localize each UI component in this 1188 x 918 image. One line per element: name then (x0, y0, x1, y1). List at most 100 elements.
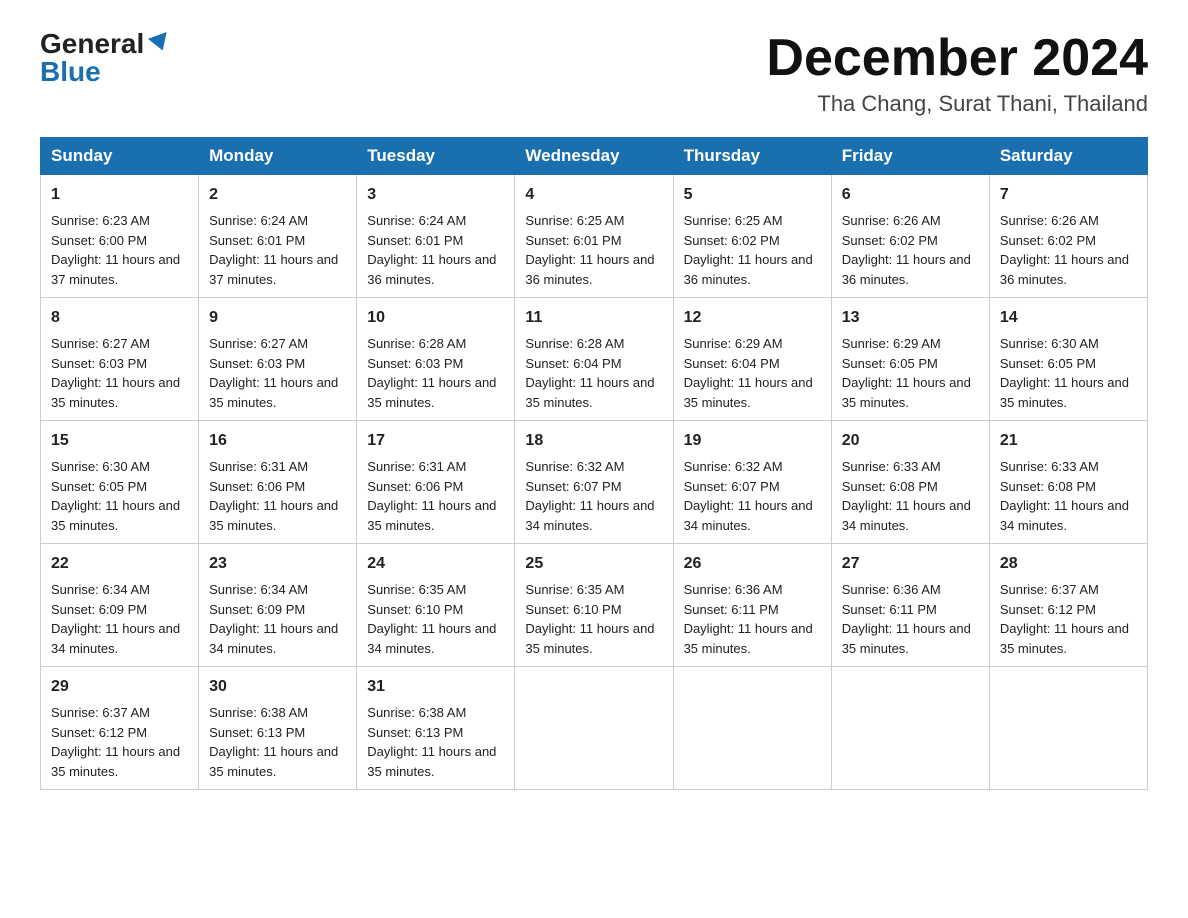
sunset-text: Sunset: 6:12 PM (51, 725, 147, 740)
daylight-text: Daylight: 11 hours and 35 minutes. (367, 498, 496, 533)
sunrise-text: Sunrise: 6:33 AM (1000, 459, 1099, 474)
sunrise-text: Sunrise: 6:32 AM (525, 459, 624, 474)
daylight-text: Daylight: 11 hours and 34 minutes. (842, 498, 971, 533)
day-cell (989, 667, 1147, 790)
sunset-text: Sunset: 6:13 PM (209, 725, 305, 740)
sunrise-text: Sunrise: 6:27 AM (51, 336, 150, 351)
sunset-text: Sunset: 6:03 PM (51, 356, 147, 371)
sunrise-text: Sunrise: 6:38 AM (209, 705, 308, 720)
sunset-text: Sunset: 6:13 PM (367, 725, 463, 740)
day-cell: 17Sunrise: 6:31 AMSunset: 6:06 PMDayligh… (357, 421, 515, 544)
day-number: 4 (525, 183, 662, 207)
sunrise-text: Sunrise: 6:25 AM (525, 213, 624, 228)
sunrise-text: Sunrise: 6:34 AM (51, 582, 150, 597)
day-cell: 10 Sunrise: 6:28 AM Sunset: 6:03 PM Dayligh… (357, 298, 515, 421)
header: General Blue December 2024 Tha Chang, Su… (40, 30, 1148, 117)
day-cell: 9Sunrise: 6:27 AMSunset: 6:03 PMDaylight… (199, 298, 357, 421)
day-number: 7 (1000, 183, 1137, 207)
week-row-4: 22Sunrise: 6:34 AMSunset: 6:09 PMDayligh… (41, 544, 1148, 667)
day-cell: 23Sunrise: 6:34 AMSunset: 6:09 PMDayligh… (199, 544, 357, 667)
sunset-text: Sunset: 6:12 PM (1000, 602, 1096, 617)
day-cell (831, 667, 989, 790)
daylight-text: Daylight: 11 hours and 35 minutes. (51, 498, 180, 533)
daylight-text: Daylight: 11 hours and 35 minutes. (209, 375, 338, 410)
week-row-1: 1Sunrise: 6:23 AMSunset: 6:00 PMDaylight… (41, 175, 1148, 298)
day-number: 6 (842, 183, 979, 207)
sunset-text: Sunset: 6:10 PM (367, 602, 463, 617)
day-number: 19 (684, 429, 821, 453)
sunrise-text: Sunrise: 6:29 AM (842, 336, 941, 351)
week-row-3: 15Sunrise: 6:30 AMSunset: 6:05 PMDayligh… (41, 421, 1148, 544)
day-cell: 11Sunrise: 6:28 AMSunset: 6:04 PMDayligh… (515, 298, 673, 421)
daylight-text: Daylight: 11 hours and 35 minutes. (525, 621, 654, 656)
day-cell: 7Sunrise: 6:26 AMSunset: 6:02 PMDaylight… (989, 175, 1147, 298)
daylight-text: Daylight: 11 hours and 35 minutes. (1000, 621, 1129, 656)
sunrise-text: Sunrise: 6:27 AM (209, 336, 308, 351)
sunset-text: Sunset: 6:00 PM (51, 233, 147, 248)
sunset-text: Sunset: 6:11 PM (684, 602, 779, 617)
day-number: 15 (51, 429, 188, 453)
day-cell: 29Sunrise: 6:37 AMSunset: 6:12 PMDayligh… (41, 667, 199, 790)
weekday-header-thursday: Thursday (673, 138, 831, 175)
daylight-text: Daylight: 11 hours and 36 minutes. (842, 252, 971, 287)
sunrise-text: Sunrise: 6:35 AM (525, 582, 624, 597)
daylight-text: Daylight: 11 hours and 34 minutes. (367, 621, 496, 656)
day-number: 18 (525, 429, 662, 453)
sunrise-text: Sunrise: 6:25 AM (684, 213, 783, 228)
sunrise-text: Sunrise: 6:26 AM (842, 213, 941, 228)
sunset-text: Sunset: 6:06 PM (209, 479, 305, 494)
day-number: 2 (209, 183, 346, 207)
sunrise-text: Sunrise: 6:24 AM (209, 213, 308, 228)
sunrise-text: Sunrise: 6:35 AM (367, 582, 466, 597)
day-cell: 6 Sunrise: 6:26 AM Sunset: 6:02 PM Daylight… (831, 175, 989, 298)
day-cell (673, 667, 831, 790)
daylight-text: Daylight: 11 hours and 36 minutes. (1000, 252, 1129, 287)
day-number: 9 (209, 306, 346, 330)
sunrise-text: Sunrise: 6:24 AM (367, 213, 466, 228)
weekday-header-wednesday: Wednesday (515, 138, 673, 175)
sunrise-text: Sunrise: 6:28 AM (367, 336, 466, 351)
sunset-text: Sunset: 6:02 PM (842, 233, 938, 248)
day-cell: 21Sunrise: 6:33 AMSunset: 6:08 PMDayligh… (989, 421, 1147, 544)
daylight-text: Daylight: 11 hours and 35 minutes. (525, 375, 654, 410)
day-cell: 26Sunrise: 6:36 AMSunset: 6:11 PMDayligh… (673, 544, 831, 667)
sunset-text: Sunset: 6:05 PM (1000, 356, 1096, 371)
daylight-text: Daylight: 11 hours and 35 minutes. (367, 375, 496, 410)
sunrise-text: Sunrise: 6:30 AM (1000, 336, 1099, 351)
sunrise-text: Sunrise: 6:31 AM (367, 459, 466, 474)
sunset-text: Sunset: 6:04 PM (525, 356, 621, 371)
day-number: 10 (367, 306, 504, 330)
sunset-text: Sunset: 6:02 PM (1000, 233, 1096, 248)
sunset-text: Sunset: 6:05 PM (51, 479, 147, 494)
day-cell: 20Sunrise: 6:33 AMSunset: 6:08 PMDayligh… (831, 421, 989, 544)
day-cell: 5Sunrise: 6:25 AMSunset: 6:02 PMDaylight… (673, 175, 831, 298)
sunset-text: Sunset: 6:01 PM (525, 233, 621, 248)
daylight-text: Daylight: 11 hours and 34 minutes. (1000, 498, 1129, 533)
day-cell: 13Sunrise: 6:29 AMSunset: 6:05 PMDayligh… (831, 298, 989, 421)
day-cell: 14Sunrise: 6:30 AMSunset: 6:05 PMDayligh… (989, 298, 1147, 421)
day-number: 29 (51, 675, 188, 699)
day-cell: 25Sunrise: 6:35 AMSunset: 6:10 PMDayligh… (515, 544, 673, 667)
sunset-text: Sunset: 6:03 PM (367, 356, 463, 371)
logo-triangle-icon (148, 32, 172, 54)
daylight-text: Daylight: 11 hours and 35 minutes. (367, 744, 496, 779)
daylight-text: Daylight: 11 hours and 35 minutes. (209, 744, 338, 779)
weekday-header-monday: Monday (199, 138, 357, 175)
day-number: 21 (1000, 429, 1137, 453)
logo-general-text: General (40, 30, 144, 58)
day-number: 8 (51, 306, 188, 330)
weekday-header-friday: Friday (831, 138, 989, 175)
day-cell: 30Sunrise: 6:38 AMSunset: 6:13 PMDayligh… (199, 667, 357, 790)
day-number: 28 (1000, 552, 1137, 576)
daylight-text: Daylight: 11 hours and 35 minutes. (684, 375, 813, 410)
sunset-text: Sunset: 6:01 PM (209, 233, 305, 248)
sunset-text: Sunset: 6:11 PM (842, 602, 937, 617)
daylight-text: Daylight: 11 hours and 37 minutes. (209, 252, 338, 287)
sunset-text: Sunset: 6:07 PM (684, 479, 780, 494)
day-number: 17 (367, 429, 504, 453)
day-cell (515, 667, 673, 790)
sunset-text: Sunset: 6:01 PM (367, 233, 463, 248)
month-title: December 2024 (766, 30, 1148, 87)
daylight-text: Daylight: 11 hours and 34 minutes. (209, 621, 338, 656)
sunset-text: Sunset: 6:05 PM (842, 356, 938, 371)
